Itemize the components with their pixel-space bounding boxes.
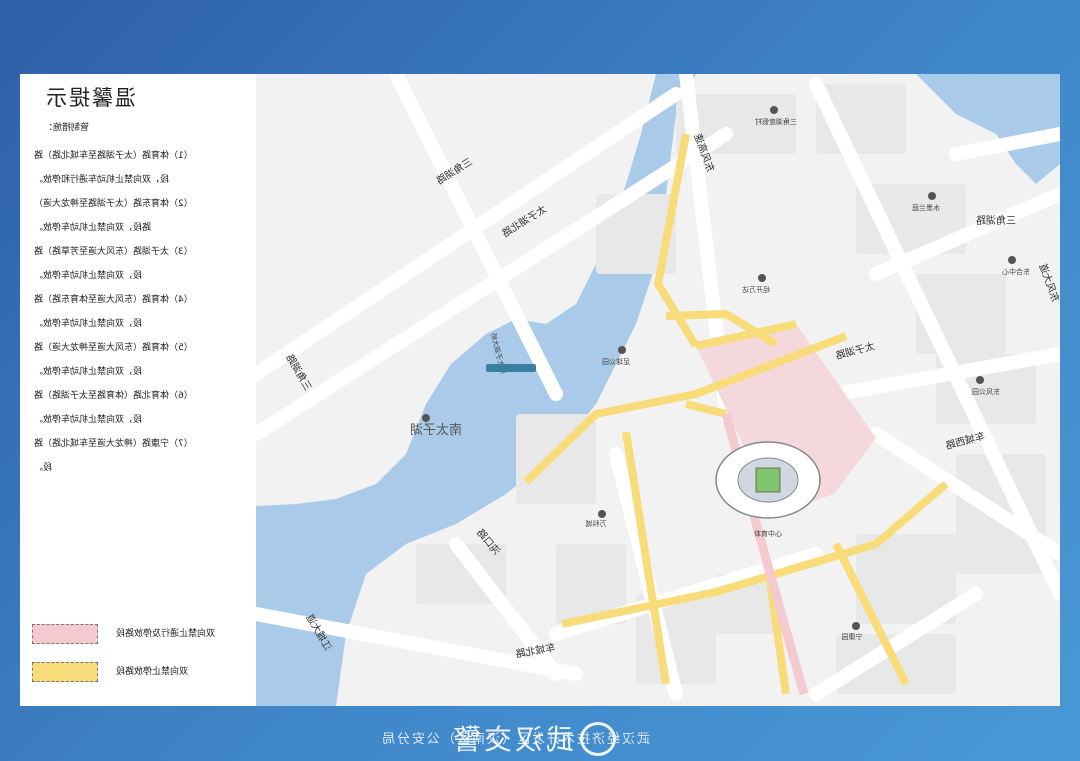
map-label: 足球公园 [602, 357, 630, 366]
rule-line: 段，双向禁止机动车停放。 [34, 319, 143, 329]
rule-line: 段，双向禁止机动车停放。 [34, 367, 143, 377]
map-svg: 体育中心 三角湖路太子湖北路东风高速三角湖路东风大道车城西路车城北路太子湖路沌口… [256, 74, 1060, 706]
legend-label-pink: 双向禁止通行及停放路段 [116, 629, 216, 639]
map-label: 三角湖度假村 [755, 117, 797, 126]
rule-line: （6）体育北路（体育路至太子湖路）路 [34, 391, 193, 401]
map-canvas[interactable]: 体育中心 三角湖路 太子湖北路 东风高速 三角湖路 东风大道 车城西路 车城北路 太子湖路 沌口… [256, 74, 1060, 706]
rule-line: （1）体育路（太子湖路至车城北路）路 [34, 151, 193, 161]
rule-line: 段。 [34, 463, 53, 473]
rule-line: 段，双向禁止机动车通行和停放。 [34, 175, 170, 185]
boat-icon [486, 364, 536, 372]
map-frame: 温馨提示 管制措施： （1）体育路（太子湖路至车城北路）路 段，双向禁止机动车通… [20, 74, 1060, 706]
poi-pin-icon [928, 192, 936, 200]
rule-line: （2）体育东路（太子湖路至神龙大道） [34, 199, 193, 209]
map-label: 经开万达 [742, 285, 770, 294]
legend-swatch-pink [32, 624, 98, 644]
poi-pin-icon [598, 510, 606, 518]
poi-pin-icon [852, 622, 860, 630]
legend-swatch-yellow [32, 662, 98, 682]
rule-line: 段，双向禁止机动车停放。 [34, 415, 143, 425]
poi-pin-icon [1008, 256, 1016, 264]
rule-line: （5）体育路（东风大道至神龙大道）路 [34, 343, 193, 353]
notice-panel: 温馨提示 管制措施： （1）体育路（太子湖路至车城北路）路 段，双向禁止机动车通… [20, 74, 256, 706]
map-label: 宁康园 [842, 632, 863, 641]
poi-pin-icon [618, 346, 626, 354]
notice-block: 温馨提示 管制措施： （1）体育路（太子湖路至车城北路）路 段，双向禁止机动车通… [20, 74, 256, 554]
map-label: 东合中心 [1002, 267, 1030, 276]
map-label: 三角湖路 [976, 214, 1016, 227]
poi-stadium-label: 体育中心 [754, 529, 782, 538]
map-legend: 双向禁止通行及停放路段 双向禁止停放路段 [32, 620, 244, 690]
legend-row-yellow: 双向禁止停放路段 [32, 662, 244, 682]
poi-pin-icon [770, 106, 778, 114]
map-label: 南太子湖 [410, 422, 462, 438]
watermark-text: 武汉交警 [450, 723, 575, 756]
footer: 武汉经济技术开发区（汉南区）公安分局 武汉交警 [0, 718, 1080, 758]
rule-line: 路段，双向禁止机动车停放。 [34, 223, 152, 233]
map-label: 东风公园 [972, 387, 1000, 396]
poi-pin-icon [422, 414, 430, 422]
notice-title: 温馨提示 [44, 86, 136, 110]
rule-line: （4）体育路（东风大道至体育东路）路 [34, 295, 193, 305]
poi-pin-icon [758, 274, 766, 282]
rule-line: 段，双向禁止机动车停放。 [34, 271, 143, 281]
notice-subtitle: 管制措施： [44, 123, 90, 133]
map-label: 水墨兰庭 [912, 203, 940, 212]
map-label: 万科城 [586, 519, 607, 528]
legend-label-yellow: 双向禁止停放路段 [116, 667, 189, 677]
notice-rules: （1）体育路（太子湖路至车城北路）路 段，双向禁止机动车通行和停放。 （2）体育… [34, 144, 246, 480]
weibo-icon [580, 722, 616, 756]
legend-row-pink: 双向禁止通行及停放路段 [32, 624, 244, 644]
poi-pin-icon [976, 376, 984, 384]
rule-line: （3）太子湖路（东风大道至芳草路）路 [34, 247, 193, 257]
rule-line: （7）宁康路（神龙大道至车城北路）路 [34, 439, 193, 449]
